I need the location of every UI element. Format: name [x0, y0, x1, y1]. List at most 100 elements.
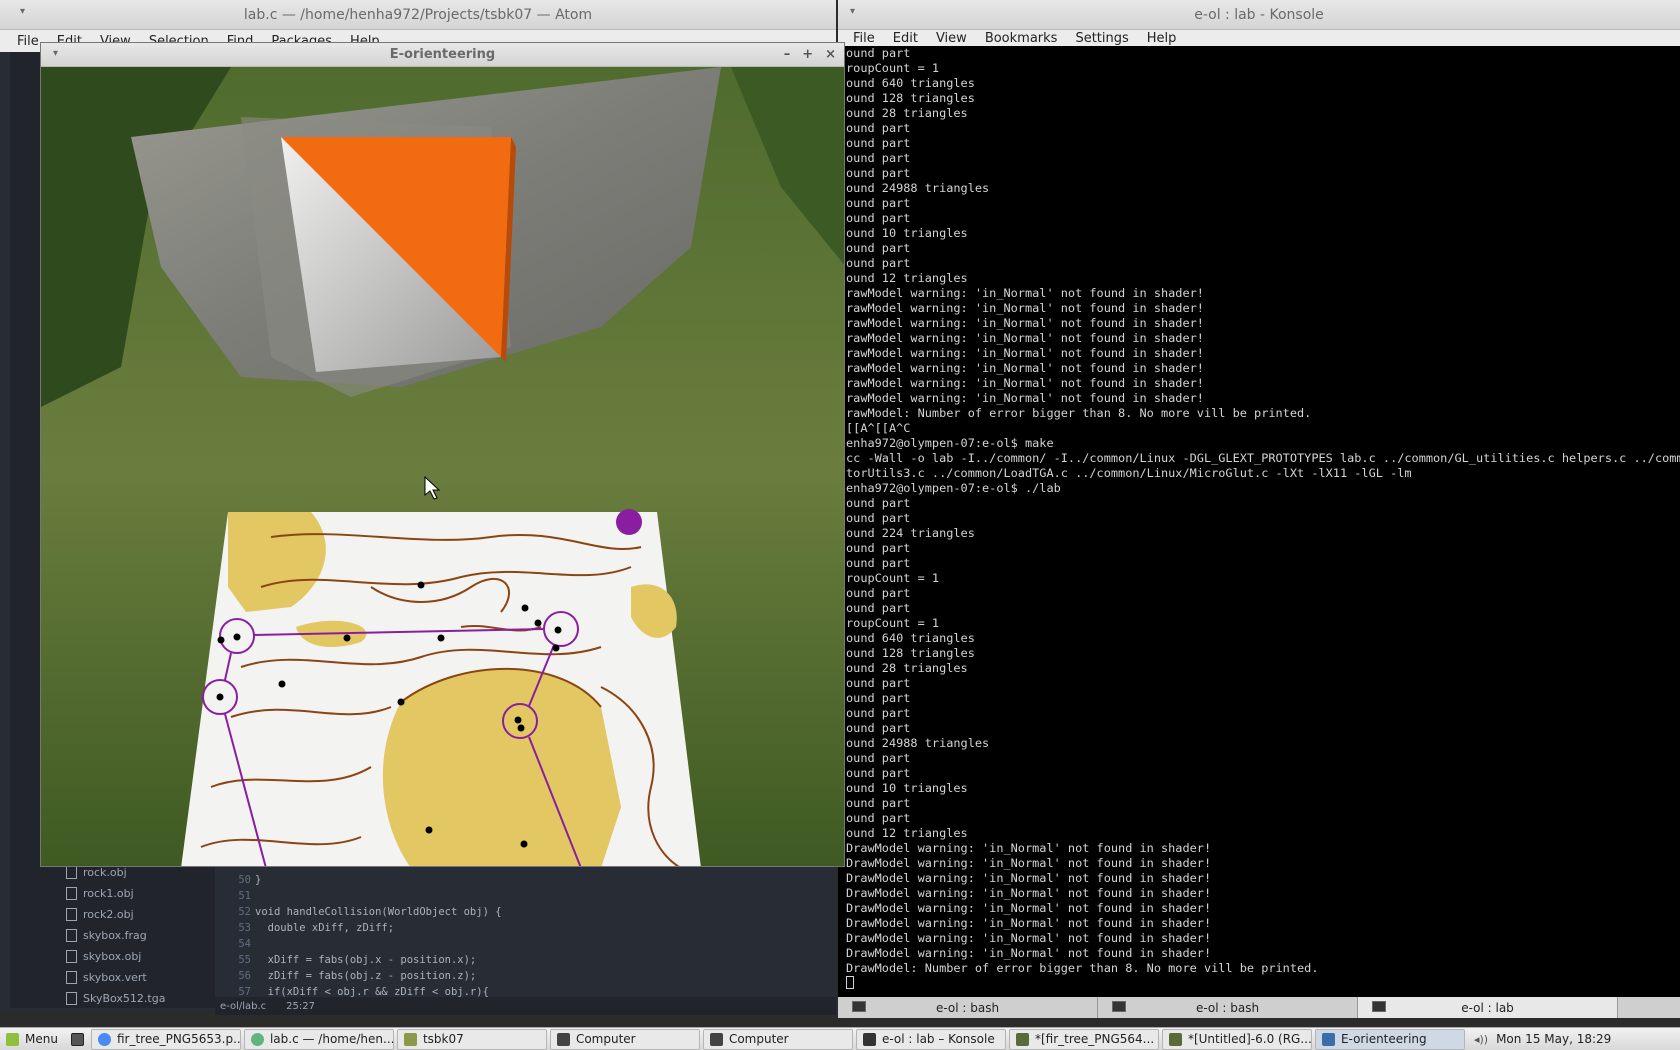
terminal-line: ound part: [846, 751, 911, 765]
taskbar-item[interactable]: lab.c — /home/hen...: [243, 1028, 394, 1050]
tree-item[interactable]: SkyBox512.tga: [66, 992, 165, 1005]
minimize-button[interactable]: –: [784, 47, 791, 62]
terminal-line: ound part: [846, 586, 911, 600]
terminal-line: ound 640 triangles: [846, 631, 975, 645]
terminal-line: rawModel warning: 'in_Normal' not found …: [846, 301, 1204, 315]
tab-label: e-ol : bash: [1195, 1000, 1260, 1015]
file-icon: [66, 950, 77, 963]
terminal-line: DrawModel warning: 'in_Normal' not found…: [846, 916, 1212, 930]
window-menu-icon[interactable]: ▾: [20, 6, 25, 17]
terminal-line: ound part: [846, 46, 911, 60]
taskbar-item[interactable]: Computer: [702, 1028, 853, 1050]
taskbar-item[interactable]: E-orienteering: [1314, 1028, 1465, 1050]
file-icon: [66, 929, 77, 942]
show-desktop-button[interactable]: [67, 1029, 88, 1050]
taskbar-item-label: Computer: [575, 1032, 636, 1046]
menu-settings[interactable]: Settings: [1066, 31, 1137, 46]
terminal-line: DrawModel warning: 'in_Normal' not found…: [846, 886, 1212, 900]
window-menu-icon[interactable]: ▾: [850, 6, 855, 17]
game-titlebar[interactable]: ▾ E-orienteering – + ×: [41, 43, 844, 67]
menu-bookmarks[interactable]: Bookmarks: [976, 31, 1067, 46]
terminal-line: ound part: [846, 706, 911, 720]
taskbar-item[interactable]: *[fir_tree_PNG564...: [1008, 1028, 1159, 1050]
tree-item[interactable]: skybox.frag: [66, 929, 147, 942]
tree-item-label: rock.obj: [83, 866, 127, 879]
tree-item[interactable]: rock2.obj: [66, 908, 134, 921]
taskbar-item-label: e-ol : lab – Konsole: [881, 1032, 995, 1046]
menu-help[interactable]: Help: [1138, 31, 1186, 46]
status-path[interactable]: e-ol/lab.c: [220, 1001, 266, 1012]
terminal-line: ound part: [846, 166, 911, 180]
terminal-line: ound part: [846, 211, 911, 225]
terminal-line: [[A^[[A^C: [846, 421, 911, 435]
tree-item[interactable]: skybox.vert: [66, 971, 147, 984]
terminal-line: ound part: [846, 241, 911, 255]
start-menu-button[interactable]: Menu: [0, 1029, 64, 1050]
taskbar: Menu fir_tree_PNG5653.p... lab.c — /home…: [0, 1027, 1680, 1050]
terminal-line: DrawModel warning: 'in_Normal' not found…: [846, 841, 1212, 855]
mint-logo-icon: [6, 1032, 19, 1046]
tree-item[interactable]: rock.obj: [66, 866, 127, 879]
maximize-button[interactable]: +: [802, 47, 813, 62]
file-icon: [66, 887, 77, 900]
terminal-line: ound part: [846, 256, 911, 270]
tree-item-label: skybox.vert: [83, 971, 147, 984]
volume-icon[interactable]: ◂)): [1474, 1033, 1488, 1046]
code-line: void handleCollision(WorldObject obj) {: [255, 906, 502, 918]
terminal-line: ound part: [846, 151, 911, 165]
terminal-icon: [862, 1032, 876, 1046]
taskbar-item[interactable]: *[Untitled]-6.0 (RG...: [1161, 1028, 1312, 1050]
terminal-line: ound part: [846, 556, 911, 570]
terminal-line: ound 128 triangles: [846, 91, 975, 105]
terminal-line: roupCount = 1: [846, 571, 940, 585]
terminal-line: DrawModel warning: 'in_Normal' not found…: [846, 931, 1212, 945]
taskbar-item[interactable]: Computer: [549, 1028, 700, 1050]
window-menu-icon[interactable]: ▾: [53, 48, 58, 59]
terminal-output[interactable]: ound part roupCount = 1 ound 640 triangles…: [846, 46, 1680, 992]
tab-bash-2[interactable]: e-ol : bash: [1098, 997, 1358, 1018]
atom-titlebar[interactable]: ▾ lab.c — /home/henha972/Projects/tsbk07…: [0, 0, 836, 30]
tab-bash-1[interactable]: e-ol : bash: [838, 997, 1098, 1018]
konsole-menubar: File Edit View Bookmarks Settings Help: [838, 30, 1680, 46]
line-number: 50: [238, 874, 251, 886]
menu-edit[interactable]: Edit: [884, 31, 927, 46]
terminal-line: cc -Wall -o lab -I../common/ -I../common…: [846, 451, 1680, 465]
terminal-icon: [1372, 1001, 1386, 1012]
close-button[interactable]: ×: [825, 47, 836, 62]
terminal-line: ound part: [846, 196, 911, 210]
status-cursor[interactable]: 25:27: [286, 1001, 315, 1012]
terminal-line: ound 28 triangles: [846, 661, 968, 675]
taskbar-item-label: *[fir_tree_PNG564...: [1034, 1032, 1155, 1046]
taskbar-item[interactable]: tsbk07: [396, 1028, 547, 1050]
file-icon: [66, 908, 77, 921]
terminal-line: DrawModel warning: 'in_Normal' not found…: [846, 901, 1212, 915]
terminal-line: torUtils3.c ../common/LoadTGA.c ../commo…: [846, 466, 1412, 480]
terminal-line: ound 10 triangles: [846, 226, 968, 240]
menu-file[interactable]: File: [844, 31, 884, 46]
code-line: zDiff = fabs(obj.z - position.z);: [255, 970, 477, 982]
terminal-cursor: [846, 976, 854, 989]
line-number: 53: [238, 922, 251, 934]
terminal-line: DrawModel warning: 'in_Normal' not found…: [846, 871, 1212, 885]
game-viewport[interactable]: [41, 67, 845, 867]
terminal-line: rawModel warning: 'in_Normal' not found …: [846, 286, 1204, 300]
menu-view[interactable]: View: [927, 31, 976, 46]
menu-label: Menu: [25, 1032, 58, 1046]
clock[interactable]: Mon 15 May, 18:29: [1496, 1032, 1611, 1046]
line-number: 56: [238, 970, 251, 982]
tree-item[interactable]: rock1.obj: [66, 887, 134, 900]
konsole-titlebar[interactable]: ▾ e-ol : lab - Konsole: [838, 0, 1680, 30]
terminal-line: rawModel warning: 'in_Normal' not found …: [846, 331, 1204, 345]
taskbar-item[interactable]: fir_tree_PNG5653.p...: [90, 1028, 241, 1050]
tree-item[interactable]: skybox.obj: [66, 950, 141, 963]
terminal-line: rawModel warning: 'in_Normal' not found …: [846, 316, 1204, 330]
terminal-line: ound part: [846, 691, 911, 705]
window-icon: [1321, 1032, 1335, 1046]
tab-lab[interactable]: e-ol : lab: [1358, 997, 1618, 1018]
desktop: ▾ lab.c — /home/henha972/Projects/tsbk07…: [0, 0, 1680, 1050]
terminal-line: ound part: [846, 601, 911, 615]
tree-item-label: skybox.frag: [83, 929, 147, 942]
terminal-line: ound part: [846, 136, 911, 150]
taskbar-item[interactable]: e-ol : lab – Konsole: [855, 1028, 1006, 1050]
terminal-line: rawModel warning: 'in_Normal' not found …: [846, 376, 1204, 390]
